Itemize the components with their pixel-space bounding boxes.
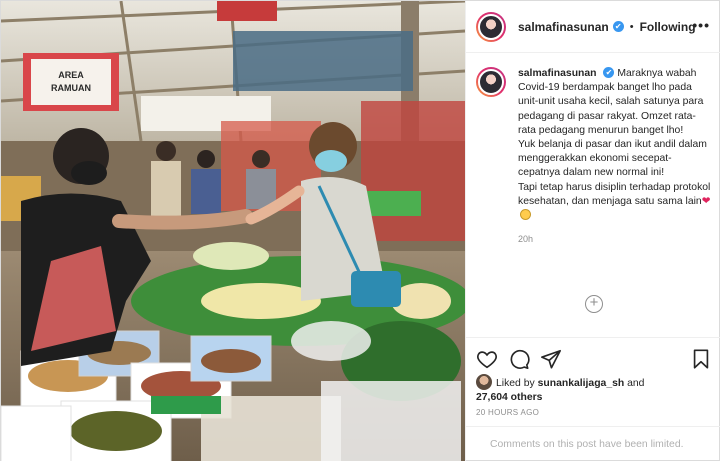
- market-scene-image: AREA RAMUAN: [1, 1, 465, 461]
- profile-avatar[interactable]: [476, 11, 506, 42]
- comment-icon[interactable]: [508, 348, 530, 370]
- likes-others[interactable]: 27,604 others: [476, 392, 542, 403]
- header-username[interactable]: salmafinasunan: [518, 20, 609, 34]
- separator-dot: •: [629, 20, 634, 33]
- load-more-comments-icon[interactable]: +: [585, 295, 603, 313]
- following-button[interactable]: Following: [640, 20, 696, 34]
- post-photo[interactable]: AREA RAMUAN: [1, 1, 465, 461]
- caption-time[interactable]: 20h: [518, 232, 712, 246]
- post-timestamp[interactable]: 20 HOURS AGO: [476, 408, 539, 417]
- caption-block: salmafinasunan ✔ Maraknya wabah Covid-19…: [476, 67, 714, 246]
- caption-verified-icon: ✔: [603, 67, 615, 78]
- smile-emoji-icon: [520, 209, 531, 221]
- caption-text-2: Yuk belanja di pasar dan ikut andil dala…: [518, 139, 707, 179]
- sign-text-area: AREA: [58, 70, 84, 80]
- heart-emoji-icon: ❤: [701, 195, 711, 207]
- likes-conj: and: [627, 378, 645, 389]
- action-bar: [476, 348, 712, 370]
- like-heart-icon[interactable]: [476, 348, 498, 370]
- verified-badge-icon: ✔: [612, 21, 624, 32]
- caption-text-3: Tapi tetap harus disiplin terhadap proto…: [518, 181, 711, 207]
- save-bookmark-icon[interactable]: [690, 348, 712, 370]
- caption-username[interactable]: salmafinasunan: [518, 68, 597, 79]
- more-options-icon[interactable]: •••: [692, 17, 710, 33]
- caption-paragraph-1: salmafinasunan ✔ Maraknya wabah Covid-19…: [518, 67, 712, 138]
- post-sidebar: salmafinasunan ✔ • Following ••• salmafi…: [465, 1, 720, 461]
- comments-limited-notice: Comments on this post have been limited.: [466, 426, 720, 461]
- likes-prefix: Liked by: [496, 378, 535, 389]
- actions-section: Liked by sunankalijaga_sh and 27,604 oth…: [466, 337, 720, 461]
- liker-avatar[interactable]: [476, 374, 492, 390]
- liker-username[interactable]: sunankalijaga_sh: [538, 378, 625, 389]
- instagram-post: AREA RAMUAN salmafinasunan ✔ • Following…: [0, 0, 720, 461]
- caption-paragraph-3: Tapi tetap harus disiplin terhadap proto…: [518, 181, 712, 225]
- share-paper-plane-icon[interactable]: [540, 348, 562, 370]
- sign-text-ramuan: RAMUAN: [51, 83, 91, 93]
- likes-summary: Liked by sunankalijaga_sh and 27,604 oth…: [476, 374, 712, 405]
- caption-body: salmafinasunan ✔ Maraknya wabah Covid-19…: [518, 67, 712, 246]
- post-header: salmafinasunan ✔ • Following •••: [466, 1, 720, 53]
- caption-avatar[interactable]: [476, 67, 506, 97]
